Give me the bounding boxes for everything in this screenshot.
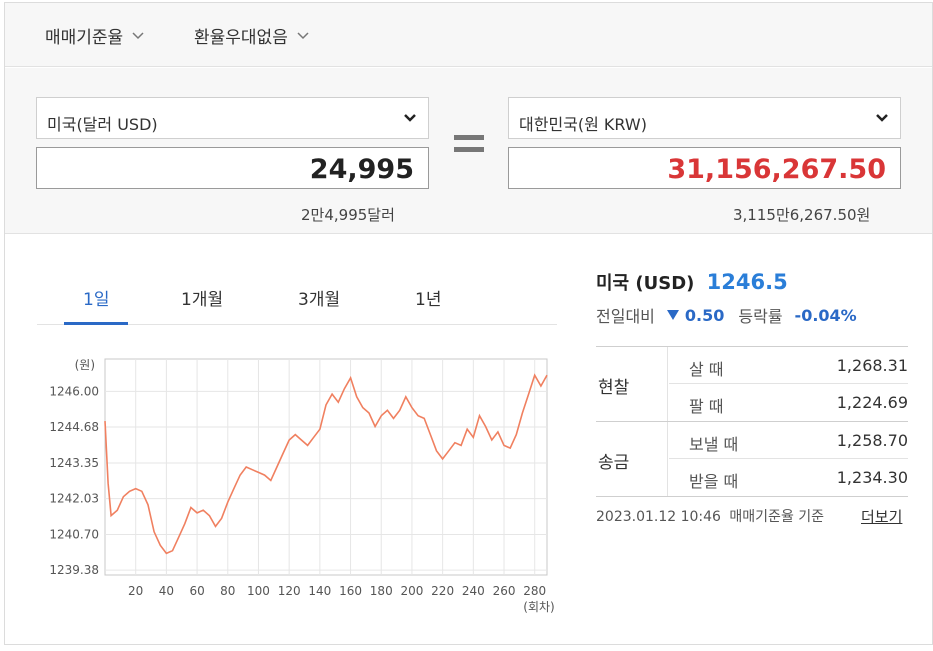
footer-note: 2023.01.12 10:46 매매기준율 기준 bbox=[596, 506, 824, 526]
tab-1year[interactable]: 1년 bbox=[415, 285, 441, 310]
to-currency-select[interactable]: 대한민국(원 KRW) bbox=[508, 97, 901, 139]
tab-1month[interactable]: 1개월 bbox=[181, 285, 223, 310]
change-row: 전일대비 0.50 등락률 -0.04% bbox=[596, 303, 857, 327]
cash-group: 현찰 살 때 1,268.31 팔 때 1,224.69 bbox=[596, 347, 908, 422]
x-tick-label: 220 bbox=[431, 584, 454, 598]
cash-label: 현찰 bbox=[596, 347, 668, 421]
cash-buy-value: 1,268.31 bbox=[836, 356, 908, 375]
remit-send-label: 보낼 때 bbox=[689, 435, 739, 454]
x-axis-label: (회차) bbox=[523, 600, 554, 613]
x-tick-label: 240 bbox=[462, 584, 485, 598]
table-row: 살 때 1,268.31 bbox=[669, 347, 908, 384]
caret-down-icon bbox=[876, 114, 888, 122]
x-tick-label: 60 bbox=[189, 584, 204, 598]
from-amount-input[interactable]: 24,995 bbox=[36, 147, 429, 189]
pct-value: -0.04% bbox=[794, 305, 857, 325]
table-row: 받을 때 1,234.30 bbox=[669, 459, 908, 496]
exchange-widget: 매매기준율 환율우대없음 미국(달러 USD) 24,995 2만4,995달러… bbox=[4, 2, 933, 645]
x-tick-label: 200 bbox=[400, 584, 423, 598]
rate-table: 현찰 살 때 1,268.31 팔 때 1,224.69 송금 보낼 때 1,2… bbox=[596, 346, 908, 497]
y-axis-label: (원) bbox=[75, 358, 95, 372]
currency-country: 미국 bbox=[596, 273, 630, 294]
x-tick-label: 180 bbox=[370, 584, 393, 598]
from-currency-label: 미국(달러 USD) bbox=[47, 115, 158, 134]
x-tick-label: 280 bbox=[523, 584, 546, 598]
x-tick-label: 100 bbox=[247, 584, 270, 598]
tab-3month[interactable]: 3개월 bbox=[298, 285, 340, 310]
rate-type-label: 매매기준율 bbox=[45, 28, 124, 48]
y-tick-label: 1243.35 bbox=[49, 456, 99, 470]
cash-buy-label: 살 때 bbox=[689, 360, 724, 379]
active-tab-indicator bbox=[64, 322, 128, 325]
y-tick-label: 1240.70 bbox=[49, 528, 99, 542]
remit-recv-label: 받을 때 bbox=[689, 472, 739, 491]
caret-down-icon bbox=[404, 114, 416, 122]
timestamp: 2023.01.12 10:46 bbox=[596, 509, 721, 525]
x-tick-label: 20 bbox=[128, 584, 143, 598]
basis-label: 매매기준율 기준 bbox=[729, 509, 825, 525]
options-bar: 매매기준율 환율우대없음 bbox=[5, 3, 932, 67]
rate-chart: 1246.00 1244.68 1243.35 1242.03 1240.70 1239.… bbox=[49, 358, 554, 613]
period-tabs: 1일 1개월 3개월 1년 bbox=[37, 273, 557, 325]
more-link[interactable]: 더보기 bbox=[861, 506, 902, 527]
converter-panel: 미국(달러 USD) 24,995 2만4,995달러 대한민국(원 KRW) … bbox=[5, 68, 932, 234]
to-amount-reading: 3,115만6,267.50원 bbox=[733, 206, 871, 224]
rate-type-dropdown[interactable]: 매매기준율 bbox=[45, 23, 145, 48]
remit-group: 송금 보낼 때 1,258.70 받을 때 1,234.30 bbox=[596, 422, 908, 497]
cash-sell-value: 1,224.69 bbox=[836, 393, 908, 412]
current-rate: 1246.5 bbox=[706, 270, 788, 294]
x-tick-label: 80 bbox=[220, 584, 235, 598]
currency-code: (USD) bbox=[635, 273, 695, 294]
to-currency-label: 대한민국(원 KRW) bbox=[519, 115, 647, 134]
chevron-down-icon bbox=[132, 31, 144, 39]
y-tick-label: 1239.38 bbox=[49, 563, 99, 577]
equals-icon bbox=[454, 135, 484, 155]
x-tick-label: 40 bbox=[159, 584, 174, 598]
pct-label: 등락률 bbox=[738, 307, 783, 326]
change-label: 전일대비 bbox=[596, 307, 655, 326]
y-tick-label: 1244.68 bbox=[49, 420, 99, 434]
x-tick-label: 160 bbox=[339, 584, 362, 598]
fx-preference-dropdown[interactable]: 환율우대없음 bbox=[194, 23, 310, 48]
x-tick-label: 140 bbox=[308, 584, 331, 598]
from-amount-reading: 2만4,995달러 bbox=[301, 206, 395, 224]
currency-summary: 미국 (USD) 1246.5 bbox=[596, 269, 788, 295]
remit-send-value: 1,258.70 bbox=[836, 431, 908, 450]
fx-preference-label: 환율우대없음 bbox=[194, 28, 288, 48]
x-tick-label: 260 bbox=[493, 584, 516, 598]
y-tick-label: 1242.03 bbox=[49, 492, 99, 506]
to-amount-input[interactable]: 31,156,267.50 bbox=[508, 147, 901, 189]
from-currency-select[interactable]: 미국(달러 USD) bbox=[36, 97, 429, 139]
remit-recv-value: 1,234.30 bbox=[836, 468, 908, 487]
chevron-down-icon bbox=[297, 31, 309, 39]
change-value: 0.50 bbox=[684, 305, 725, 325]
table-row: 팔 때 1,224.69 bbox=[669, 384, 908, 421]
remit-label: 송금 bbox=[596, 422, 668, 496]
cash-sell-label: 팔 때 bbox=[689, 397, 724, 416]
x-tick-label: 120 bbox=[278, 584, 301, 598]
triangle-down-icon bbox=[666, 310, 679, 320]
y-tick-label: 1246.00 bbox=[49, 384, 99, 398]
tab-1day[interactable]: 1일 bbox=[83, 285, 109, 310]
table-row: 보낼 때 1,258.70 bbox=[669, 422, 908, 459]
